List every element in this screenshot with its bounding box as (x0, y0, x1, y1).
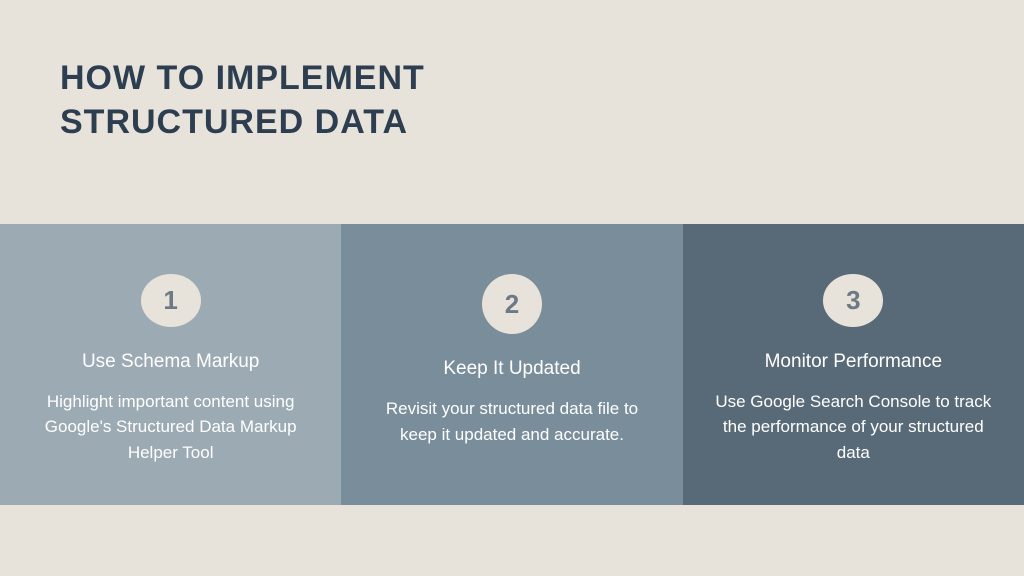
card-3: 3 Monitor Performance Use Google Search … (683, 224, 1024, 505)
card-2-title: Keep It Updated (443, 358, 580, 380)
card-3-badge: 3 (823, 274, 883, 327)
card-2: 2 Keep It Updated Revisit your structure… (341, 224, 682, 505)
card-3-title: Monitor Performance (765, 351, 942, 373)
card-2-description: Revisit your structured data file to kee… (372, 396, 652, 447)
page-title: HOW TO IMPLEMENT STRUCTURED DATA (60, 56, 964, 144)
card-2-badge: 2 (482, 274, 542, 334)
title-line-1: HOW TO IMPLEMENT (60, 59, 425, 97)
title-line-2: STRUCTURED DATA (60, 103, 408, 141)
card-1-title: Use Schema Markup (82, 351, 259, 373)
card-2-number: 2 (505, 289, 519, 320)
card-1-badge: 1 (141, 274, 201, 327)
cards-row: 1 Use Schema Markup Highlight important … (0, 224, 1024, 505)
card-1-number: 1 (163, 285, 177, 316)
header: HOW TO IMPLEMENT STRUCTURED DATA (0, 0, 1024, 144)
card-3-description: Use Google Search Console to track the p… (713, 389, 993, 466)
card-3-number: 3 (846, 285, 860, 316)
card-1: 1 Use Schema Markup Highlight important … (0, 224, 341, 505)
card-1-description: Highlight important content using Google… (31, 389, 311, 466)
